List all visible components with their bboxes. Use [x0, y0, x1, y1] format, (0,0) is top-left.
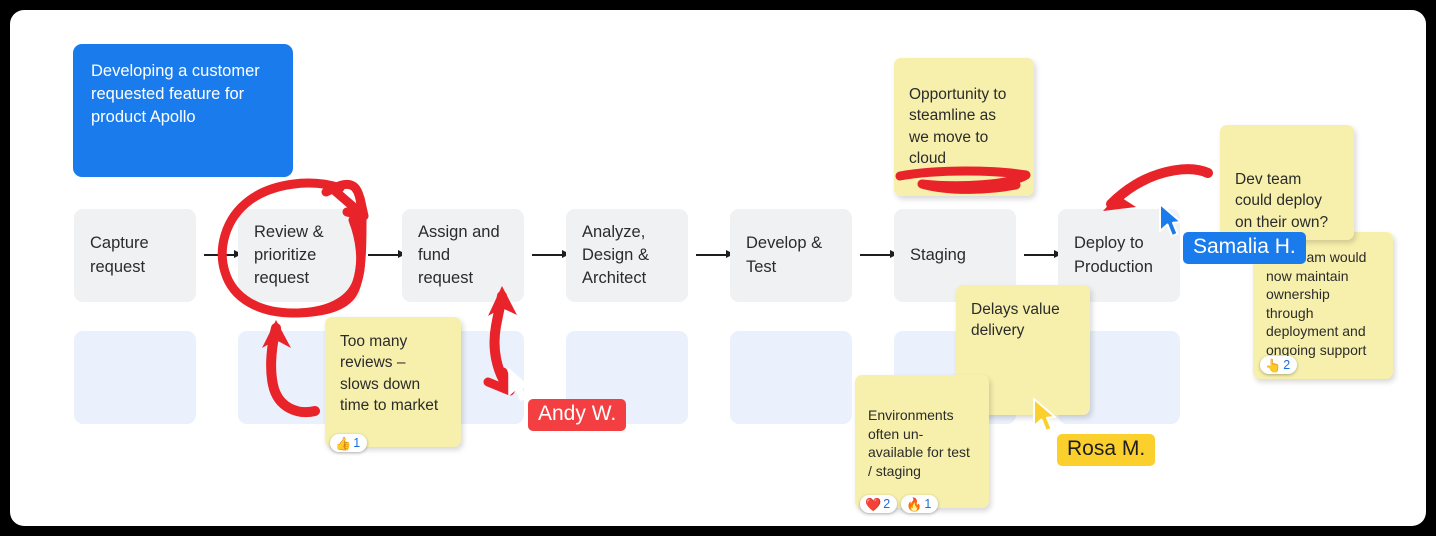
process-step-analyze-design[interactable]: Analyze, Design & Architect	[566, 209, 688, 302]
collaborator-name: Rosa M.	[1067, 437, 1146, 460]
process-step-label: Capture request	[90, 234, 149, 276]
nametag-samalia-h[interactable]: Samalia H.	[1183, 232, 1306, 265]
sticky-note-text: Environments often un-available for test…	[868, 407, 970, 479]
fire-icon: 🔥	[906, 496, 923, 512]
sticky-note-steamline-cloud[interactable]: Opportunity to steamline as we move to c…	[894, 58, 1034, 196]
sticky-note-text: Delays value delivery	[971, 301, 1060, 340]
sticky-note-text: Dev team could deploy on their own?	[1235, 171, 1329, 231]
sticky-note-environments-unavailable[interactable]: Environments often un-available for test…	[855, 375, 989, 508]
process-step-label: Staging	[910, 245, 966, 264]
sticky-note-text: Opportunity to steamline as we move to c…	[909, 86, 1007, 168]
collaborator-name: Samalia H.	[1193, 235, 1296, 258]
arrow-to-deploy-step-head	[1103, 185, 1136, 211]
thumbs-up-icon: 👍	[335, 435, 352, 451]
connector-arrow-5	[860, 251, 898, 258]
reaction-count: 1	[353, 436, 361, 450]
nametag-rosa-m[interactable]: Rosa M.	[1057, 434, 1156, 467]
connector-arrow-2	[368, 251, 406, 258]
process-step-label: Analyze, Design & Architect	[582, 222, 649, 288]
arrow-to-deploy-step	[1106, 164, 1213, 209]
sticky-note-dev-team-deploy[interactable]: Dev team could deploy on their own?	[1220, 125, 1354, 240]
reaction-fire[interactable]: 🔥 1	[901, 495, 939, 513]
reactions-dev-team-ownership[interactable]: 👆 2	[1260, 356, 1298, 374]
sticky-note-too-many-reviews[interactable]: Too many reviews – slows down time to ma…	[325, 317, 461, 447]
process-step-assign-fund[interactable]: Assign and fund request	[402, 209, 524, 302]
cursor-andy-w	[508, 368, 530, 401]
sticky-note-text: Too many reviews – slows down time to ma…	[340, 333, 439, 415]
reaction-count: 2	[883, 497, 891, 511]
heart-icon: ❤️	[865, 496, 882, 512]
connector-arrow-1	[204, 251, 242, 258]
reaction-count: 2	[1283, 358, 1291, 372]
process-step-label: Review & prioritize request	[254, 222, 324, 288]
cursor-samalia-h	[1159, 203, 1182, 237]
reaction-heart[interactable]: ❤️ 2	[860, 495, 898, 513]
process-step-develop-test[interactable]: Develop & Test	[730, 209, 852, 302]
nametag-andy-w[interactable]: Andy W.	[528, 399, 627, 432]
process-step-label: Develop & Test	[746, 234, 823, 276]
process-step-capture-request[interactable]: Capture request	[74, 209, 196, 302]
reaction-point-up[interactable]: 👆 2	[1260, 356, 1298, 374]
connector-arrow-4	[696, 251, 734, 258]
whiteboard-canvas[interactable]: Developing a customer requested feature …	[10, 10, 1426, 526]
title-card-text: Developing a customer requested feature …	[91, 62, 260, 126]
process-step-review-prioritize[interactable]: Review & prioritize request	[238, 209, 360, 302]
process-step-label: Deploy to Production	[1074, 234, 1153, 276]
sticky-note-text: Dev team would now maintain ownership th…	[1266, 249, 1367, 359]
connector-arrow-6	[1024, 251, 1062, 258]
reactions-environments-unavailable[interactable]: ❤️ 2 🔥 1	[860, 495, 939, 513]
connector-arrow-3	[532, 251, 570, 258]
reactions-too-many-reviews[interactable]: 👍 1	[330, 434, 368, 452]
title-card[interactable]: Developing a customer requested feature …	[73, 44, 293, 177]
process-step-label: Assign and fund request	[418, 222, 500, 288]
cursor-rosa-m	[1033, 398, 1056, 432]
sub-lane-box-1[interactable]	[74, 331, 196, 424]
reaction-thumbs-up[interactable]: 👍 1	[330, 434, 368, 452]
reaction-count: 1	[924, 497, 932, 511]
sub-lane-box-5[interactable]	[730, 331, 852, 424]
collaborator-name: Andy W.	[538, 402, 617, 425]
point-up-icon: 👆	[1265, 357, 1282, 373]
